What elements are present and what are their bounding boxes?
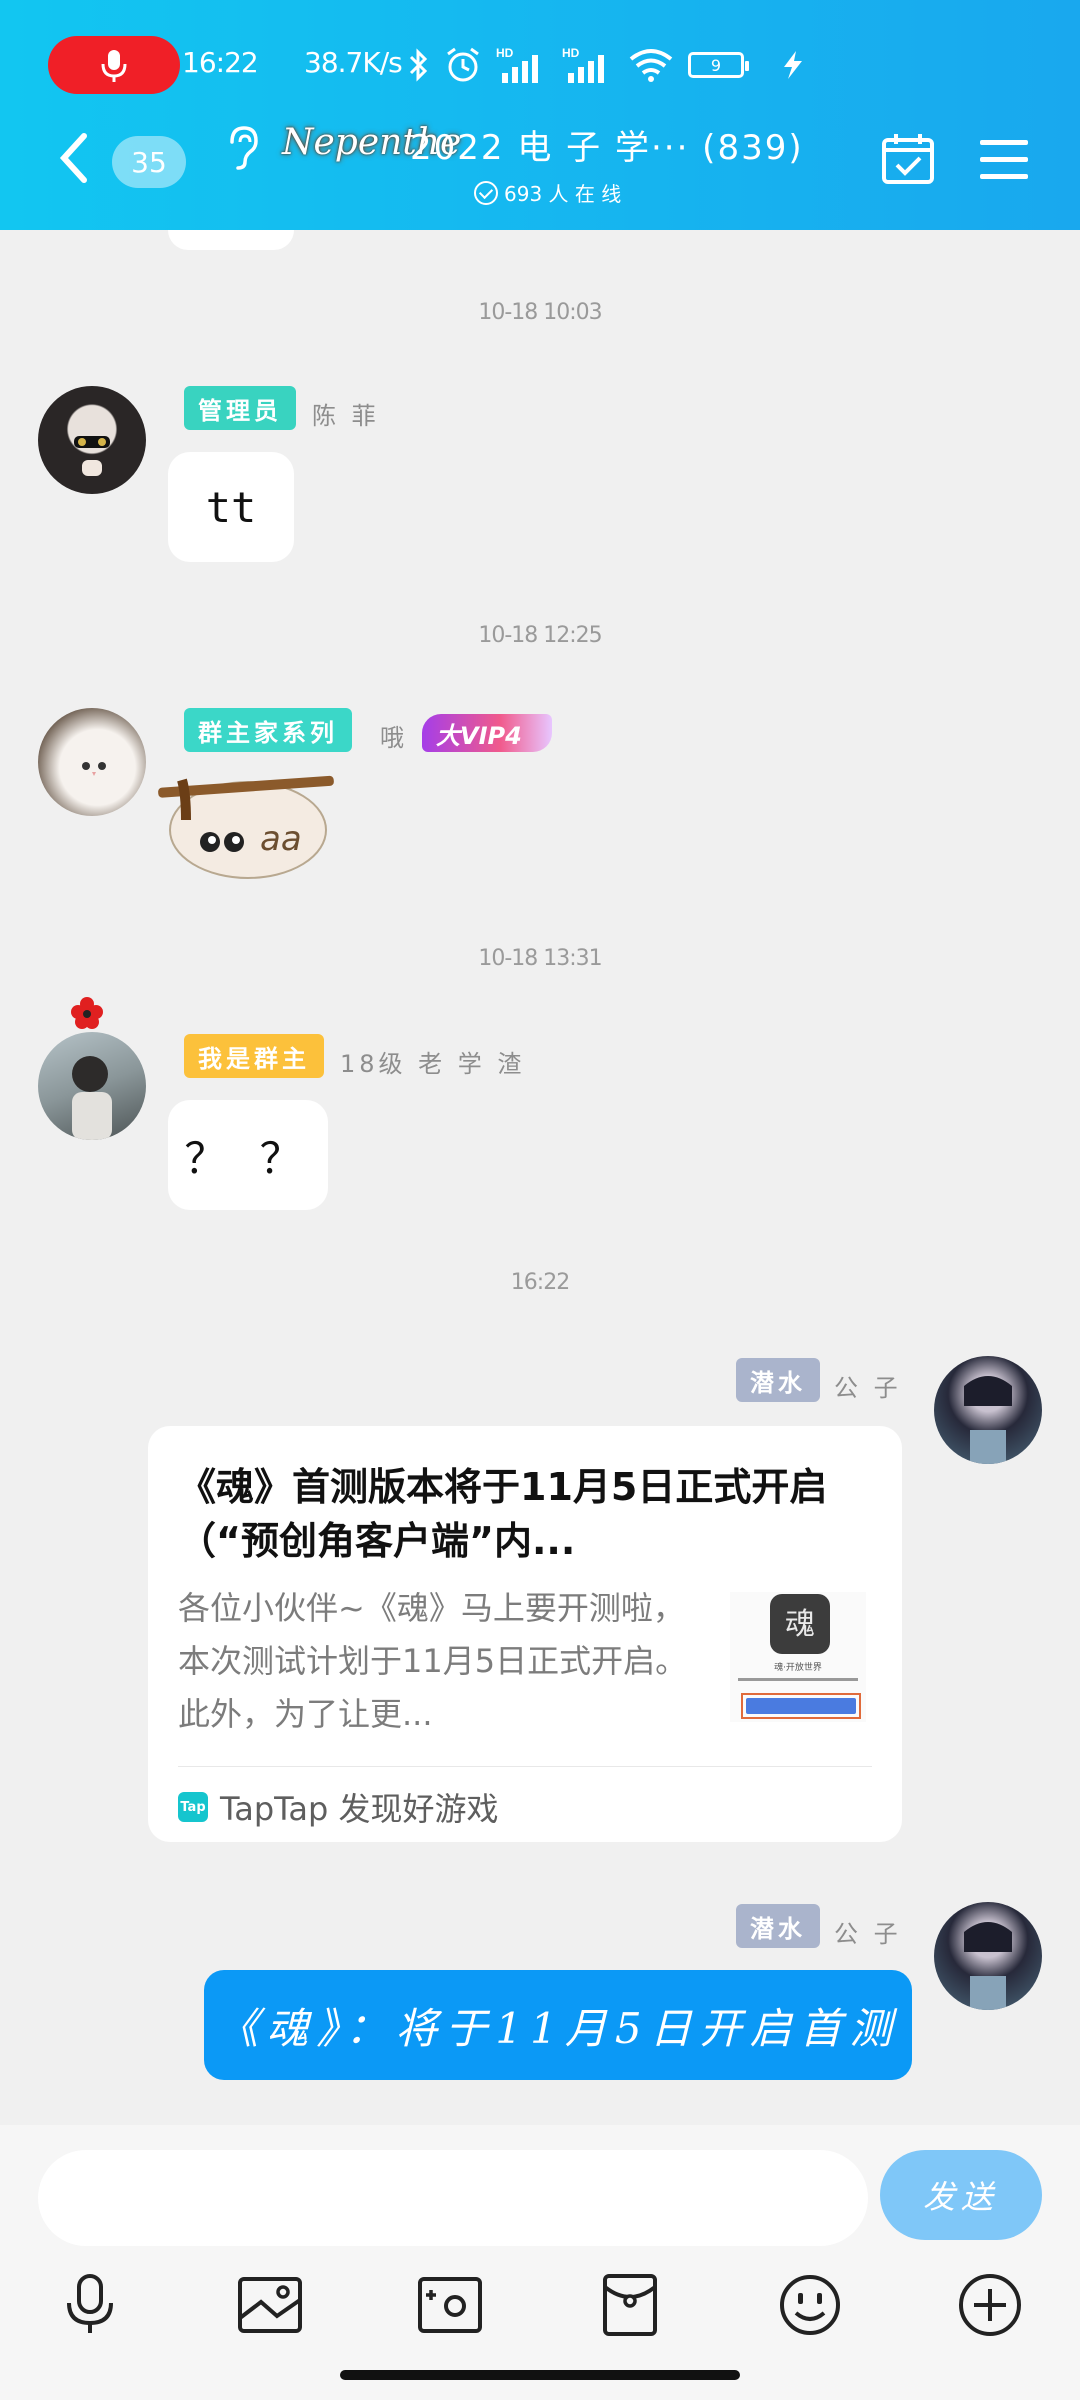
- recording-indicator[interactable]: [48, 36, 180, 94]
- status-bar: 16:22 38.7K/s HD HD 9: [0, 30, 1080, 100]
- plus-circle-icon: [959, 2274, 1021, 2336]
- shared-link-card[interactable]: 《魂》首测版本将于11月5日正式开启（“预创角客户端”内... 各位小伙伴~《魂…: [148, 1426, 902, 1842]
- avatar-image: [82, 762, 106, 776]
- online-count: 693 人 在 线: [504, 182, 622, 206]
- taptap-icon: Tap: [178, 1792, 208, 1822]
- image-button[interactable]: [230, 2265, 310, 2345]
- menu-icon[interactable]: [978, 138, 1030, 182]
- chat-header: 16:22 38.7K/s HD HD 9 35 Nepenthe 2022 电…: [0, 0, 1080, 230]
- avatar[interactable]: [38, 386, 146, 494]
- svg-text:HD: HD: [496, 46, 514, 60]
- timestamp: 10-18 10:03: [478, 300, 602, 325]
- svg-text:HD: HD: [562, 46, 580, 60]
- check-circle-icon: [474, 180, 498, 205]
- red-packet-button[interactable]: [590, 2265, 670, 2345]
- message-input[interactable]: [38, 2150, 868, 2246]
- microphone-icon: [67, 2274, 113, 2333]
- group-title[interactable]: 2022 电 子 学··· (839): [410, 120, 804, 169]
- message-bubble[interactable]: tt: [168, 452, 294, 562]
- card-thumbnail: 魂 魂·开放世界: [730, 1592, 866, 1722]
- timestamp: 16:22: [510, 1270, 570, 1295]
- bluetooth-icon: [409, 48, 428, 82]
- charging-icon: [784, 51, 802, 79]
- timestamp: 10-18 13:31: [478, 946, 602, 971]
- ear-icon[interactable]: [222, 122, 262, 172]
- svg-text:魂: 魂: [785, 1607, 815, 1642]
- avatar-image: [74, 436, 110, 476]
- thumb-caption: 魂·开放世界: [774, 1661, 822, 1673]
- rice-bowl-sticker: aa: [158, 775, 334, 879]
- chat-message-list[interactable]: 10-18 10:03 管理员 陈 菲 tt 10-18 12:25 群主家系列…: [0, 230, 1080, 2125]
- sender-nickname: 陈 菲: [312, 402, 380, 430]
- avatar-image: [964, 1376, 1012, 1464]
- more-button[interactable]: [950, 2265, 1030, 2345]
- network-speed: 38.7K/s: [304, 46, 403, 79]
- input-bar: 发送: [0, 2125, 1080, 2400]
- previous-message-bubble: [168, 230, 294, 250]
- home-indicator[interactable]: [340, 2370, 740, 2380]
- camera-icon: [418, 2277, 482, 2333]
- status-time: 16:22: [182, 46, 259, 79]
- sticker-message[interactable]: aa: [152, 760, 336, 882]
- sender-nickname: 18级 老 学 渣: [340, 1050, 526, 1078]
- voice-button[interactable]: [50, 2265, 130, 2345]
- game-thumbnail-image: 魂 魂·开放世界: [730, 1592, 866, 1722]
- role-tag-lurker: 潜水: [736, 1904, 820, 1948]
- online-status: 693 人 在 线: [474, 178, 621, 207]
- role-tag-admin: 管理员: [184, 386, 296, 430]
- input-toolbar: [0, 2265, 1080, 2355]
- timestamp: 10-18 12:25: [478, 623, 602, 648]
- battery-icon: 9: [688, 52, 749, 78]
- card-divider: [178, 1766, 872, 1767]
- card-source-label: TapTap 发现好游戏: [220, 1790, 499, 1828]
- card-title: 《魂》首测版本将于11月5日正式开启（“预创角客户端”内...: [178, 1465, 828, 1563]
- red-packet-icon: [603, 2274, 657, 2336]
- card-source: Tap TapTap 发现好游戏: [178, 1784, 499, 1830]
- message-bubble-self[interactable]: 《魂》：将于11月5日开启首测: [204, 1970, 912, 2080]
- message-bubble[interactable]: ？ ？: [168, 1100, 328, 1210]
- signal-hd-icon: HD: [496, 46, 538, 83]
- role-tag-owner-family: 群主家系列: [184, 708, 352, 752]
- avatar-self[interactable]: [934, 1356, 1042, 1464]
- calendar-check-icon[interactable]: [880, 130, 936, 186]
- avatar-image: [72, 1056, 112, 1140]
- avatar[interactable]: [38, 1032, 146, 1140]
- microphone-icon: [101, 50, 127, 82]
- avatar-image: [964, 1922, 1012, 2010]
- camera-button[interactable]: [410, 2265, 490, 2345]
- vip-badge: 大VIP4: [422, 714, 552, 752]
- sender-nickname: 公 子: [834, 1920, 902, 1948]
- signal-hd-icon-2: HD: [562, 46, 604, 83]
- flower-decoration-icon: [71, 997, 103, 1029]
- alarm-icon: [447, 47, 479, 82]
- back-arrow-icon[interactable]: [56, 130, 90, 186]
- role-tag-lurker: 潜水: [736, 1358, 820, 1402]
- send-button[interactable]: 发送: [880, 2150, 1042, 2240]
- sender-nickname: 公 子: [834, 1374, 902, 1402]
- avatar-self[interactable]: [934, 1902, 1042, 2010]
- role-tag-owner: 我是群主: [184, 1034, 324, 1078]
- unread-count-badge[interactable]: 35: [112, 136, 186, 188]
- sticker-text: aa: [260, 819, 302, 859]
- wifi-icon: [629, 49, 673, 82]
- battery-level: 9: [710, 55, 722, 75]
- image-icon: [238, 2277, 302, 2333]
- card-description: 各位小伙伴~《魂》马上要开测啦，本次测试计划于11月5日正式开启。此外，为了让更…: [178, 1589, 688, 1733]
- status-icons: HD HD 9: [408, 40, 808, 90]
- avatar[interactable]: [38, 708, 146, 816]
- sender-nickname: 哦: [380, 724, 408, 752]
- emoji-button[interactable]: [770, 2265, 850, 2345]
- emoji-icon: [780, 2275, 840, 2335]
